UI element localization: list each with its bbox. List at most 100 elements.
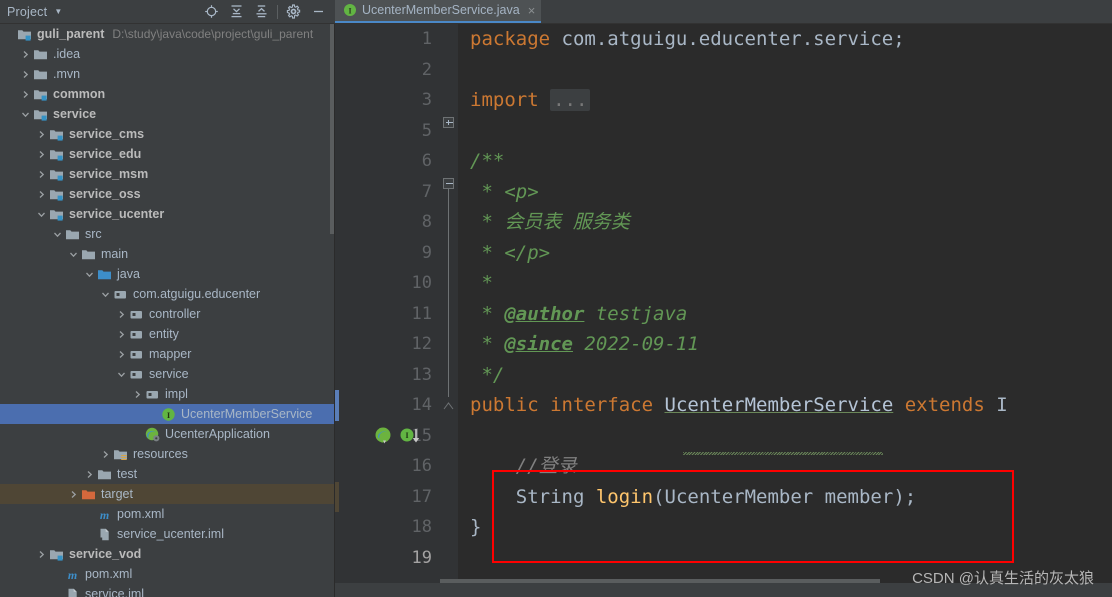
chevron-right-icon[interactable]	[36, 149, 47, 160]
tree-item-entity[interactable]: entity	[0, 324, 334, 344]
tree-item-src[interactable]: src	[0, 224, 334, 244]
chevron-down-icon[interactable]	[116, 369, 127, 380]
chevron-right-icon[interactable]	[20, 69, 31, 80]
chevron-down-icon[interactable]	[68, 249, 79, 260]
tree-item-label: target	[101, 486, 133, 501]
chevron-right-icon[interactable]	[100, 449, 111, 460]
chevron-down-icon[interactable]: ▼	[54, 7, 62, 16]
tree-item-service-msm[interactable]: service_msm	[0, 164, 334, 184]
code-line[interactable]	[470, 116, 1112, 147]
tree-item-ucentermemberservice[interactable]: I UcenterMemberService	[0, 404, 334, 424]
settings-gear-icon[interactable]	[281, 0, 306, 24]
code-line[interactable]: *	[470, 268, 1112, 299]
tree-item-service-vod[interactable]: service_vod	[0, 544, 334, 564]
code-line[interactable]: * </p>	[470, 238, 1112, 269]
tree-item-service-ucenter-iml[interactable]: service_ucenter.iml	[0, 524, 334, 544]
tree-item-label: com.atguigu.educenter	[133, 286, 261, 301]
fold-expand-icon[interactable]	[443, 117, 454, 128]
chevron-right-icon[interactable]	[20, 89, 31, 100]
chevron-right-icon[interactable]	[116, 309, 127, 320]
tree-item-pom-xml[interactable]: m pom.xml	[0, 504, 334, 524]
tree-item--idea[interactable]: .idea	[0, 44, 334, 64]
implemented-by-gutter-icon[interactable]: I	[400, 427, 422, 445]
code-line[interactable]: public interface UcenterMemberService ex…	[470, 390, 1112, 421]
chevron-right-icon[interactable]	[116, 329, 127, 340]
chevron-right-icon[interactable]	[36, 129, 47, 140]
chevron-right-icon[interactable]	[36, 549, 47, 560]
locate-icon[interactable]	[199, 0, 224, 24]
tree-item-service-edu[interactable]: service_edu	[0, 144, 334, 164]
tree-item-pom-xml[interactable]: m pom.xml	[0, 564, 334, 584]
code-line[interactable]: String login(UcenterMember member);	[470, 482, 1112, 513]
chevron-right-icon[interactable]	[36, 189, 47, 200]
tree-item-impl[interactable]: impl	[0, 384, 334, 404]
param-type: UcenterMember	[664, 485, 814, 508]
tree-item--mvn[interactable]: .mvn	[0, 64, 334, 84]
code-line[interactable]	[470, 421, 1112, 452]
tree-item-common[interactable]: common	[0, 84, 334, 104]
chevron-right-icon[interactable]	[36, 169, 47, 180]
chevron-right-icon[interactable]	[20, 49, 31, 60]
collapse-all-icon[interactable]	[249, 0, 274, 24]
spring-bean-gutter-icon[interactable]	[374, 427, 398, 445]
code-line[interactable]: }	[470, 512, 1112, 543]
resources-folder-icon	[113, 447, 128, 462]
code-line[interactable]: /**	[470, 146, 1112, 177]
tree-item-target[interactable]: target	[0, 484, 334, 504]
chevron-right-icon[interactable]	[132, 389, 143, 400]
code-line[interactable]: * <p>	[470, 177, 1112, 208]
code-line[interactable]: package com.atguigu.educenter.service;	[470, 24, 1112, 55]
minimize-icon[interactable]	[306, 0, 331, 24]
fold-collapse-icon[interactable]	[443, 178, 454, 189]
package-name: com.atguigu.educenter.service;	[550, 28, 905, 50]
tree-item-java[interactable]: java	[0, 264, 334, 284]
tab-ucentermemberservice[interactable]: I UcenterMemberService.java ×	[335, 0, 542, 23]
fold-gutter[interactable]	[440, 24, 458, 597]
tree-item-label: service_ucenter.iml	[117, 526, 224, 541]
editor-tab-bar: I UcenterMemberService.java ×	[335, 0, 1112, 24]
code-editor[interactable]: 1 2 3 5 6 7 8 9 10 11 12 13 14 15 16 17 18 19	[335, 24, 1112, 597]
project-tool-title[interactable]: Project	[0, 5, 47, 19]
code-line[interactable]: */	[470, 360, 1112, 391]
close-icon[interactable]: ×	[528, 4, 536, 17]
expand-all-icon[interactable]	[224, 0, 249, 24]
svg-text:I: I	[348, 6, 351, 15]
tree-item-service[interactable]: service	[0, 104, 334, 124]
horizontal-scrollbar[interactable]	[440, 579, 880, 583]
code-line[interactable]: //登录	[470, 451, 1112, 482]
chevron-right-icon[interactable]	[84, 469, 95, 480]
line-number: 13	[411, 364, 432, 385]
code-area[interactable]: package com.atguigu.educenter.service; i…	[458, 24, 1112, 597]
chevron-down-icon[interactable]	[84, 269, 95, 280]
chevron-down-icon[interactable]	[100, 289, 111, 300]
toolbar-divider	[277, 4, 278, 19]
chevron-right-icon[interactable]	[116, 349, 127, 360]
code-line[interactable]: * 会员表 服务类	[470, 207, 1112, 238]
svg-text:I: I	[405, 431, 408, 440]
tree-item-service-iml[interactable]: service.iml	[0, 584, 334, 597]
tree-item-controller[interactable]: controller	[0, 304, 334, 324]
code-line[interactable]	[470, 55, 1112, 86]
tree-item-service-cms[interactable]: service_cms	[0, 124, 334, 144]
chevron-down-icon[interactable]	[20, 109, 31, 120]
code-line[interactable]: * @author testjava	[470, 299, 1112, 330]
tree-item-resources[interactable]: resources	[0, 444, 334, 464]
tree-item-test[interactable]: test	[0, 464, 334, 484]
tree-item-com-atguigu-educenter[interactable]: com.atguigu.educenter	[0, 284, 334, 304]
tree-item-main[interactable]: main	[0, 244, 334, 264]
folded-imports[interactable]: ...	[550, 89, 591, 111]
tree-item-guli-parent[interactable]: guli_parent D:\study\java\code\project\gu…	[0, 24, 334, 44]
code-line[interactable]: import ...	[470, 85, 1112, 116]
code-line[interactable]: * @since 2022-09-11	[470, 329, 1112, 360]
tree-item-label: service	[53, 106, 97, 121]
tree-item-service-ucenter[interactable]: service_ucenter	[0, 204, 334, 224]
tree-item-mapper[interactable]: mapper	[0, 344, 334, 364]
tree-item-service[interactable]: service	[0, 364, 334, 384]
tree-item-service-oss[interactable]: service_oss	[0, 184, 334, 204]
chevron-right-icon[interactable]	[68, 489, 79, 500]
chevron-down-icon[interactable]	[36, 209, 47, 220]
tree-item-label: .mvn	[53, 66, 81, 81]
chevron-down-icon[interactable]	[52, 229, 63, 240]
tree-item-ucenterapplication[interactable]: UcenterApplication	[0, 424, 334, 444]
project-tree[interactable]: guli_parent D:\study\java\code\project\gu…	[0, 24, 335, 597]
